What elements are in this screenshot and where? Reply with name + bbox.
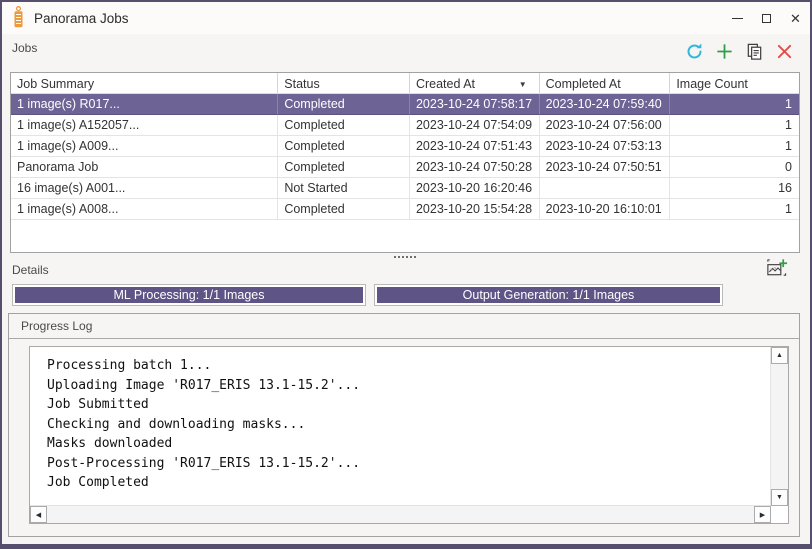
maximize-button[interactable] xyxy=(752,2,781,34)
progress-log-header: Progress Log xyxy=(9,314,799,339)
progress-label: ML Processing: 1/1 Images xyxy=(113,288,265,302)
close-button[interactable]: ✕ xyxy=(781,2,810,34)
add-icon xyxy=(717,44,732,59)
panorama-jobs-window: Panorama Jobs ✕ Jobs Job Summary Status … xyxy=(0,0,812,549)
refresh-icon xyxy=(687,43,702,59)
table-cell: 2023-10-24 07:53:13 xyxy=(539,136,671,157)
table-cell: Panorama Job xyxy=(11,157,279,178)
column-header-completed-at[interactable]: Completed At xyxy=(540,73,671,93)
table-row[interactable]: 16 image(s) A001... Not Started 2023-10-20… xyxy=(11,178,799,199)
table-cell: Completed xyxy=(278,157,410,178)
table-cell: 1 image(s) A152057... xyxy=(11,115,279,136)
arrow-down-icon: ▼ xyxy=(776,494,783,501)
add-image-icon xyxy=(767,259,788,276)
copy-icon xyxy=(747,43,762,60)
window-controls: ✕ xyxy=(723,2,810,34)
table-cell: Completed xyxy=(278,115,410,136)
column-header-status[interactable]: Status xyxy=(278,73,410,93)
copy-job-button[interactable] xyxy=(745,42,764,61)
table-cell: 2023-10-24 07:56:00 xyxy=(539,115,671,136)
output-generation-progress-bar: Output Generation: 1/1 Images xyxy=(374,284,723,306)
window-title: Panorama Jobs xyxy=(34,10,129,26)
table-cell: 2023-10-24 07:54:09 xyxy=(409,115,540,136)
delete-icon xyxy=(777,44,792,59)
table-cell: 1 xyxy=(670,199,799,220)
jobs-table: Job Summary Status Created At ▼ Completed… xyxy=(10,72,800,253)
table-cell: 16 xyxy=(670,178,799,199)
table-cell: 1 xyxy=(670,94,799,115)
table-cell: Completed xyxy=(278,199,410,220)
arrow-up-icon: ▲ xyxy=(776,352,783,359)
ml-processing-progress-bar: ML Processing: 1/1 Images xyxy=(12,284,366,306)
splitter-handle[interactable] xyxy=(10,253,800,260)
jobs-toolbar xyxy=(685,42,794,61)
table-cell: 0 xyxy=(670,157,799,178)
scroll-down-button[interactable]: ▼ xyxy=(771,489,788,506)
minimize-icon xyxy=(732,17,743,19)
minimize-button[interactable] xyxy=(723,2,752,34)
horizontal-scrollbar[interactable]: ◀ ▶ xyxy=(30,505,771,523)
table-row[interactable]: Panorama Job Completed 2023-10-24 07:50:28… xyxy=(11,157,799,178)
scroll-right-button[interactable]: ▶ xyxy=(754,506,771,523)
scroll-up-button[interactable]: ▲ xyxy=(771,347,788,364)
progress-log-groupbox: Progress Log Processing batch 1... Uploa… xyxy=(8,313,800,537)
table-cell: Not Started xyxy=(278,178,410,199)
column-header-label: Created At xyxy=(415,77,476,91)
table-cell: 1 image(s) A009... xyxy=(11,136,279,157)
vertical-scrollbar[interactable]: ▲ ▼ xyxy=(770,347,788,506)
close-icon: ✕ xyxy=(790,10,801,26)
progress-fill: Output Generation: 1/1 Images xyxy=(377,287,720,303)
table-cell: 1 image(s) R017... xyxy=(11,94,279,115)
table-row[interactable]: 1 image(s) A152057... Completed 2023-10-24… xyxy=(11,115,799,136)
table-body: 1 image(s) R017... Completed 2023-10-24 07… xyxy=(11,94,799,220)
scroll-left-button[interactable]: ◀ xyxy=(30,506,47,523)
column-header-image-count[interactable]: Image Count xyxy=(670,73,799,93)
app-icon xyxy=(12,6,25,30)
add-job-button[interactable] xyxy=(715,42,734,61)
progress-log-textbox[interactable]: Processing batch 1... Uploading Image 'R… xyxy=(29,346,789,524)
table-cell: Completed xyxy=(278,94,410,115)
window-content: Jobs Job Summary Status Created At ▼ Com… xyxy=(2,34,810,544)
add-image-button[interactable] xyxy=(765,257,788,280)
table-header-row: Job Summary Status Created At ▼ Completed… xyxy=(11,73,799,94)
table-cell: 1 xyxy=(670,115,799,136)
table-cell xyxy=(539,178,671,199)
table-cell: 2023-10-20 15:54:28 xyxy=(409,199,540,220)
table-cell: 16 image(s) A001... xyxy=(11,178,279,199)
table-cell: 2023-10-24 07:58:17 xyxy=(409,94,540,115)
progress-log-title: Progress Log xyxy=(21,319,93,333)
table-row[interactable]: 1 image(s) A009... Completed 2023-10-24 07… xyxy=(11,136,799,157)
table-cell: 2023-10-24 07:59:40 xyxy=(539,94,671,115)
table-cell: 2023-10-20 16:20:46 xyxy=(409,178,540,199)
arrow-left-icon: ◀ xyxy=(35,511,42,519)
table-cell: 2023-10-24 07:51:43 xyxy=(409,136,540,157)
progress-fill: ML Processing: 1/1 Images xyxy=(15,287,363,303)
table-row[interactable]: 1 image(s) A008... Completed 2023-10-20 15… xyxy=(11,199,799,220)
table-cell: 2023-10-24 07:50:51 xyxy=(539,157,671,178)
table-row[interactable]: 1 image(s) R017... Completed 2023-10-24 07… xyxy=(11,94,799,115)
table-cell: 1 xyxy=(670,136,799,157)
column-header-label: Job Summary xyxy=(17,77,95,91)
arrow-right-icon: ▶ xyxy=(759,511,766,519)
maximize-icon xyxy=(762,13,771,23)
refresh-button[interactable] xyxy=(685,42,704,61)
jobs-section-label: Jobs xyxy=(12,41,38,55)
sort-desc-icon: ▼ xyxy=(518,79,527,89)
column-header-job-summary[interactable]: Job Summary xyxy=(11,73,279,93)
column-header-label: Completed At xyxy=(545,77,621,91)
progress-label: Output Generation: 1/1 Images xyxy=(462,288,635,302)
table-cell: 2023-10-20 16:10:01 xyxy=(539,199,671,220)
table-cell: 1 image(s) A008... xyxy=(11,199,279,220)
column-header-created-at[interactable]: Created At ▼ xyxy=(410,73,540,93)
delete-job-button[interactable] xyxy=(775,42,794,61)
table-cell: 2023-10-24 07:50:28 xyxy=(409,157,540,178)
column-header-label: Status xyxy=(284,77,320,91)
column-header-label: Image Count xyxy=(676,77,748,91)
log-text: Processing batch 1... Uploading Image 'R… xyxy=(47,358,361,490)
details-section-label: Details xyxy=(12,263,49,277)
table-cell: Completed xyxy=(278,136,410,157)
title-bar: Panorama Jobs ✕ xyxy=(2,2,810,34)
